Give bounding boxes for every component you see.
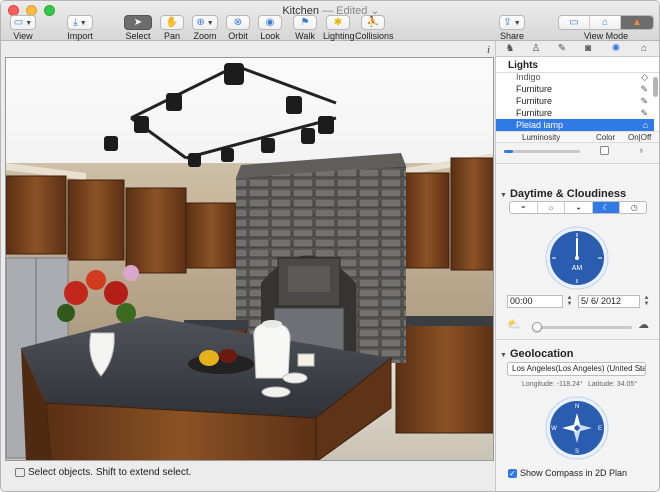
magnifier-icon: ⊕ [196, 17, 205, 28]
share-tool[interactable]: ⇪ ▼ Share [498, 15, 526, 41]
cloudy-sun-icon: ⛅ [507, 319, 521, 331]
city-select[interactable]: Los Angeles(Los Angeles) (United Stat › [507, 362, 646, 376]
light-icon[interactable]: ✺ [608, 42, 624, 56]
chevron-down-icon: ▼ [79, 20, 87, 27]
light-off-icon: ✎ [640, 96, 648, 106]
svg-text:N: N [575, 404, 579, 410]
clock-am-label: AM [572, 265, 583, 272]
light-off-icon: ✎ [640, 84, 648, 94]
share-icon: ⇪ [503, 17, 512, 28]
svg-text:W: W [551, 426, 557, 432]
lightbulb-icon[interactable]: ♁ [638, 145, 645, 155]
daytime-section-title[interactable]: ▼ Daytime & Cloudiness [500, 188, 626, 200]
view-mode-tool[interactable]: ▭ ⌂ ▲ View Mode [556, 15, 656, 41]
chevron-right-icon: › [639, 364, 642, 373]
cursor-icon: ➤ [133, 17, 143, 28]
svg-text:E: E [598, 426, 602, 432]
lighting-tool[interactable]: ✱ Lighting [323, 15, 355, 41]
svg-text:S: S [575, 449, 579, 455]
house-icon[interactable]: ⌂ [636, 42, 652, 56]
walk-tool[interactable]: ⚑ Walk [292, 15, 318, 41]
show-compass-label[interactable]: Show Compass in 2D Plan [520, 468, 627, 478]
sunrise-icon[interactable]: ◓ [510, 202, 538, 213]
hand-icon: ✋ [165, 17, 179, 28]
light-source-icon: ◇ [641, 73, 648, 82]
list-scrollbar[interactable] [653, 77, 658, 97]
plan-2d-icon[interactable]: ▭ [559, 16, 590, 29]
chevron-down-icon: ▼ [25, 20, 33, 27]
zoom-tool[interactable]: ⊕ ▼ Zoom [191, 15, 219, 41]
view-icon: ▭ [13, 17, 24, 28]
divider [496, 163, 659, 164]
kitchen-render [6, 58, 493, 460]
slider-knob[interactable] [532, 322, 542, 332]
elevation-icon[interactable]: ⌂ [590, 16, 621, 29]
lightbulb-icon: ✱ [333, 17, 343, 28]
lights-section-header: Lights [496, 57, 659, 73]
cloud-icon: ☁ [638, 319, 649, 331]
moon-icon[interactable]: ☾ [592, 202, 621, 213]
lights-columns-header: Luminosity Color On|Off [496, 131, 659, 143]
time-stepper[interactable]: ▲ ▼ [566, 295, 573, 308]
render-3d-icon[interactable]: ▲ [621, 16, 653, 29]
pan-tool[interactable]: ✋ Pan [159, 15, 185, 41]
lamp-icon: ⌂ [642, 120, 648, 130]
3d-viewport[interactable] [5, 57, 494, 461]
walk-icon: ⚑ [300, 17, 310, 28]
build-icon[interactable]: ♙ [528, 42, 544, 56]
select-tool[interactable]: ➤ Select [123, 15, 153, 41]
import-icon: ⤓ [73, 17, 78, 28]
date-stepper[interactable]: ▲ ▼ [643, 295, 650, 308]
divider [496, 339, 659, 340]
chevron-down-icon: ▼ [513, 20, 521, 27]
lights-list[interactable]: Indigo ◇ Furniture ✎ Furniture ✎ Furnitu… [496, 73, 659, 131]
luminosity-slider-fill [504, 150, 514, 153]
list-item-selected[interactable]: Plelad lamp ⌂ [496, 119, 654, 131]
view-tool[interactable]: ▭ ▼ View [9, 15, 37, 41]
cloudiness-slider[interactable] [532, 322, 632, 332]
furniture-icon[interactable]: ♞ [502, 42, 518, 56]
orbit-tool[interactable]: ⊗ Orbit [225, 15, 251, 41]
inspector-panel: ♞ ♙ ✎ ◙ ✺ ⌂ Lights Indigo ◇ Furniture ✎ … [495, 41, 659, 491]
running-person-icon: ⛹ [366, 17, 380, 28]
show-compass-checkbox[interactable]: ✓ [508, 469, 517, 478]
speech-bubble-icon [15, 468, 25, 477]
daytime-segmented-control[interactable]: ◓ ☼ ◒ ☾ ◷ [509, 201, 647, 214]
list-item[interactable]: Furniture ✎ [496, 95, 654, 107]
look-tool[interactable]: ◉ Look [257, 15, 283, 41]
color-swatch[interactable] [600, 146, 609, 155]
clock-dial[interactable]: AM [544, 225, 610, 291]
chevron-down-icon: ▼ [206, 20, 214, 27]
chevron-down-icon: ▼ [500, 192, 507, 199]
light-off-icon: ✎ [640, 108, 648, 118]
list-item[interactable]: Furniture ✎ [496, 83, 654, 95]
import-tool[interactable]: ⤓ ▼ Import [67, 15, 93, 41]
info-icon[interactable]: i [487, 44, 490, 56]
orbit-icon: ⊗ [233, 17, 243, 28]
date-field[interactable]: 5/ 6/ 2012 [578, 295, 640, 308]
sunset-icon[interactable]: ◒ [565, 202, 593, 213]
chevron-down-icon: ▼ [500, 352, 507, 359]
compass-dial[interactable]: N S W E [544, 395, 610, 461]
status-bar: Select objects. Shift to extend select. [1, 463, 495, 483]
titlebar: Kitchen — Edited ⌄ ▭ ▼ View ⤓ ▼ Import ➤ S… [1, 1, 659, 41]
geolocation-section-title[interactable]: ▼ Geolocation [500, 348, 574, 360]
sun-icon[interactable]: ☼ [538, 202, 566, 213]
list-item[interactable]: Indigo ◇ [496, 73, 654, 83]
camera-icon[interactable]: ◙ [580, 42, 596, 56]
paint-icon[interactable]: ✎ [554, 42, 570, 56]
inspector-tabs: ♞ ♙ ✎ ◙ ✺ ⌂ [496, 41, 659, 57]
eye-icon: ◉ [265, 17, 275, 28]
clock-icon[interactable]: ◷ [620, 202, 646, 213]
list-item[interactable]: Furniture ✎ [496, 107, 654, 119]
app-window: Kitchen — Edited ⌄ ▭ ▼ View ⤓ ▼ Import ➤ S… [0, 0, 660, 492]
luminosity-slider[interactable] [504, 150, 580, 153]
collisions-tool[interactable]: ⛹ Collisions [355, 15, 394, 41]
time-field[interactable]: 00:00 [507, 295, 563, 308]
